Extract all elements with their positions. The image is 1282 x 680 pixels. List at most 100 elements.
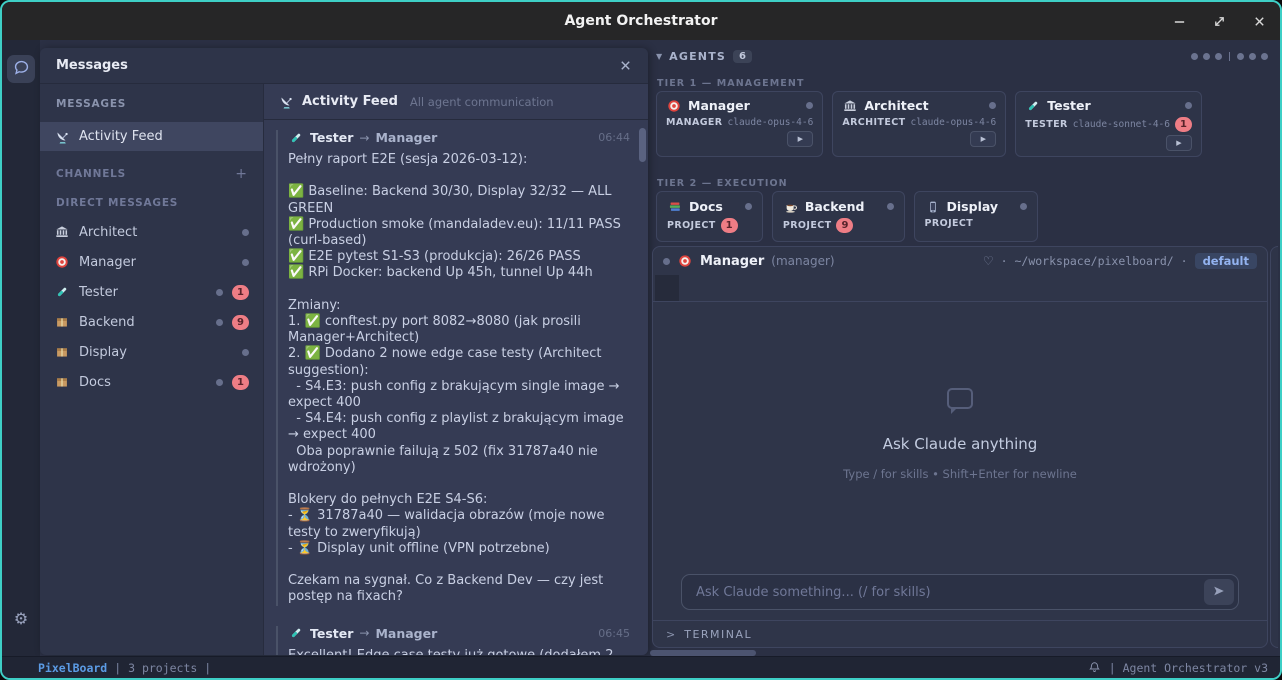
tab[interactable] [823, 275, 847, 301]
play-button[interactable]: ▶ [970, 131, 996, 147]
tab[interactable] [847, 275, 871, 301]
tab[interactable] [703, 275, 727, 301]
status-dot[interactable] [1203, 53, 1210, 60]
messages-rail-button[interactable] [7, 55, 35, 83]
tab[interactable] [775, 275, 799, 301]
status-dot[interactable] [1261, 53, 1268, 60]
sidebar-item-dm[interactable]: Manager [40, 247, 263, 277]
presence-dot [216, 379, 223, 386]
sidebar-item-dm[interactable]: Architect [40, 217, 263, 247]
message-body: Excellent! Edge case testy już gotowe (d… [288, 648, 630, 655]
tier1-label: TIER 1 — MANAGEMENT [657, 78, 805, 89]
tier2-label: TIER 2 — EXECUTION [657, 178, 788, 189]
tab[interactable] [727, 275, 751, 301]
send-icon [1212, 583, 1226, 602]
heart-icon[interactable]: ♡ [983, 254, 994, 268]
status-dot[interactable] [1191, 53, 1198, 60]
target-icon [677, 254, 693, 268]
next-panel-peek[interactable] [1270, 246, 1278, 648]
empty-state-title: Ask Claude anything [883, 435, 1038, 453]
chevron-right-icon: > [666, 628, 675, 641]
agent-panel-name: Manager [700, 254, 764, 269]
minimize-icon[interactable] [1172, 14, 1186, 28]
play-button[interactable]: ▶ [787, 131, 813, 147]
agent-card[interactable]: Display PROJECT [914, 191, 1039, 242]
send-button[interactable] [1204, 579, 1234, 605]
maximize-icon[interactable] [1212, 14, 1226, 28]
arrow-icon: → [359, 626, 369, 640]
prompt-input[interactable] [681, 574, 1239, 610]
feed-scrollbar[interactable] [639, 128, 646, 162]
sidebar-item-activity-feed[interactable]: Activity Feed [40, 122, 263, 151]
tab[interactable] [751, 275, 775, 301]
presence-dot [242, 259, 249, 266]
sidebar-item-label: Display [79, 345, 127, 360]
unread-badge: 1 [232, 285, 249, 300]
activity-rail: ⚙ [2, 40, 40, 656]
sidebar-item-label: Backend [79, 315, 135, 330]
channels-header: CHANNELS + [40, 166, 263, 182]
agent-icon [54, 345, 70, 359]
agent-name: Backend [805, 199, 865, 214]
sidebar-item-label: Activity Feed [79, 129, 163, 144]
message-recipient: Manager [375, 626, 437, 641]
agent-detail-panel: Manager (manager) ♡ · ~/workspace/pixelb… [652, 246, 1268, 648]
sender-icon [288, 131, 304, 145]
sidebar-item-dm[interactable]: Docs 1 [40, 367, 263, 397]
sidebar-item-label: Manager [79, 255, 136, 270]
sidebar-item-dm[interactable]: Backend 9 [40, 307, 263, 337]
message-recipient: Manager [375, 130, 437, 145]
message-timestamp: 06:44 [598, 131, 630, 144]
window-title: Agent Orchestrator [564, 13, 717, 29]
terminal-label: TERMINAL [684, 628, 752, 641]
terminal-toggle[interactable]: > TERMINAL [653, 620, 1267, 647]
agent-panel-header: Manager (manager) ♡ · ~/workspace/pixelb… [653, 247, 1267, 275]
agent-card[interactable]: Tester TESTER claude-sonnet-4-6 1 ▶ [1015, 91, 1202, 157]
unread-badge: 1 [1175, 117, 1192, 132]
agent-role: ARCHITECT [842, 117, 905, 128]
window-controls [1172, 2, 1266, 40]
sender-icon [288, 626, 304, 640]
agents-area: ▼ AGENTS 6 TIER 1 — MANAGEMENT Manager [650, 40, 1278, 656]
status-dot[interactable] [1249, 53, 1256, 60]
activity-feed: Activity Feed All agent communication Te… [264, 84, 648, 655]
presence-dot [1185, 102, 1192, 109]
close-icon[interactable] [619, 59, 632, 72]
unread-badge: 1 [232, 375, 249, 390]
agent-card[interactable]: Manager MANAGER claude-opus-4-6 ▶ [656, 91, 823, 157]
agent-card[interactable]: Docs PROJECT 1 [656, 191, 763, 242]
profile-badge[interactable]: default [1195, 253, 1257, 269]
agent-card[interactable]: Architect ARCHITECT claude-opus-4-6 ▶ [832, 91, 1006, 157]
app-body: ⚙ Messages MESSAGES Activity Feed CHANNE… [2, 40, 1280, 678]
message-header: Tester → Manager 06:44 [288, 130, 630, 145]
status-dot[interactable] [1237, 53, 1244, 60]
messages-panel-header: Messages [40, 48, 648, 84]
presence-dot [745, 203, 752, 210]
project-name[interactable]: PixelBoard [38, 661, 107, 675]
sidebar-item-dm[interactable]: Tester 1 [40, 277, 263, 307]
close-icon[interactable] [1252, 14, 1266, 28]
play-button[interactable]: ▶ [1166, 135, 1192, 151]
settings-gear-icon[interactable]: ⚙ [2, 609, 40, 628]
agent-name: Manager [688, 98, 750, 113]
agent-tabs [653, 275, 1267, 302]
tab[interactable] [799, 275, 823, 301]
sidebar-item-dm[interactable]: Display [40, 337, 263, 367]
agent-card[interactable]: Backend PROJECT 9 [772, 191, 905, 242]
tab[interactable] [679, 275, 703, 301]
agent-role: PROJECT [925, 218, 974, 229]
bell-icon[interactable] [1088, 661, 1101, 674]
agent-name: Docs [689, 199, 723, 214]
app-window: Agent Orchestrator ⚙ Messages MESSAGES [0, 0, 1282, 680]
feed-message: Tester → Manager 06:45 Excellent! Edge c… [276, 626, 630, 655]
dm-list: Architect Manager Tester 1 Backend 9 Dis… [40, 217, 263, 397]
add-channel-button[interactable]: + [235, 166, 247, 182]
collapse-caret-icon[interactable]: ▼ [656, 52, 662, 61]
tab[interactable] [655, 275, 679, 301]
agent-icon [54, 375, 70, 389]
agent-icon [925, 200, 941, 214]
status-dot[interactable] [1215, 53, 1222, 60]
workspace-path: · ~/workspace/pixelboard/ · [1001, 254, 1188, 268]
sidebar-item-label: Docs [79, 375, 111, 390]
messages-sidebar: MESSAGES Activity Feed CHANNELS + DIRECT… [40, 84, 264, 655]
